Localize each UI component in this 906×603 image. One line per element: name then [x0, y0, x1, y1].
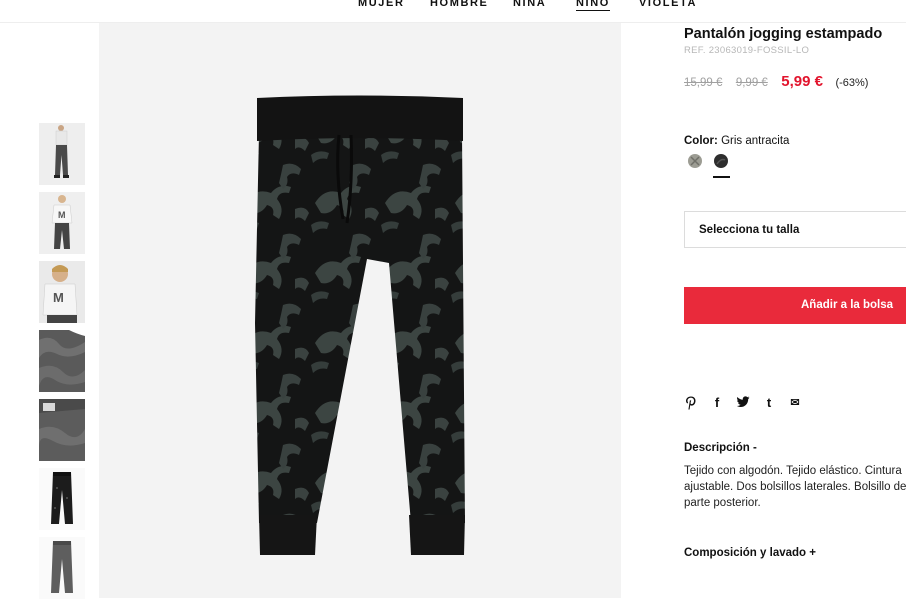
- thumbnail-model-front-tshirt[interactable]: M: [39, 192, 85, 254]
- anthracite-swatch[interactable]: [714, 154, 728, 168]
- selected-swatch-indicator: [713, 176, 730, 178]
- facebook-icon[interactable]: f: [710, 396, 724, 410]
- nav-item-mujer[interactable]: MUJER: [358, 0, 405, 9]
- discount-badge: (-63%): [835, 77, 869, 89]
- description-toggle[interactable]: Descripción -: [684, 442, 757, 454]
- price-previous: 9,99 €: [735, 77, 768, 89]
- nav-item-nina[interactable]: NIÑA: [513, 0, 546, 9]
- top-navigation: MUJER HOMBRE NIÑA NIÑO VIOLETA: [0, 0, 906, 23]
- color-label: Color:: [684, 135, 718, 147]
- thumbnail-fabric-detail[interactable]: [39, 330, 85, 392]
- price-block: 15,99 € 9,99 € 5,99 € (-63%): [684, 73, 868, 91]
- svg-text:M: M: [53, 290, 64, 305]
- light-grey-swatch[interactable]: [688, 154, 702, 168]
- email-icon[interactable]: ✉: [788, 396, 802, 410]
- price-sale: 5,99 €: [781, 73, 823, 90]
- add-to-bag-label: Añadir a la bolsa: [801, 299, 894, 311]
- jogging-pants-illustration: [255, 95, 465, 555]
- pinterest-icon[interactable]: [684, 396, 698, 410]
- nav-item-nino[interactable]: NIÑO: [576, 0, 610, 11]
- description-text: Tejido con algodón. Tejido elástico. Cin…: [684, 465, 906, 509]
- size-select[interactable]: Selecciona tu talla: [684, 211, 906, 248]
- product-title: Pantalón jogging estampado: [684, 26, 883, 42]
- nav-item-violeta[interactable]: VIOLETA: [639, 0, 697, 9]
- color-value: Gris antracita: [721, 135, 790, 147]
- composition-toggle[interactable]: Composición y lavado +: [684, 547, 816, 559]
- thumbnail-pants-grey[interactable]: [39, 537, 85, 599]
- thumbnail-pants-black[interactable]: [39, 468, 85, 530]
- thumbnail-waistband-label[interactable]: [39, 399, 85, 461]
- tumblr-icon[interactable]: t: [762, 396, 776, 410]
- product-reference: REF. 23063019-FOSSIL-LO: [684, 45, 810, 56]
- add-to-bag-button[interactable]: Añadir a la bolsa: [684, 287, 906, 324]
- color-label-row: Color: Gris antracita: [684, 135, 789, 147]
- price-original: 15,99 €: [684, 77, 723, 89]
- svg-text:M: M: [58, 210, 66, 220]
- swatch-texture-icon: [716, 158, 726, 165]
- thumbnail-model-front-pants[interactable]: [39, 123, 85, 185]
- thumbnail-model-closeup[interactable]: M: [39, 261, 85, 323]
- nav-item-hombre[interactable]: HOMBRE: [430, 0, 489, 9]
- twitter-icon[interactable]: [736, 396, 750, 410]
- main-product-image[interactable]: [99, 23, 621, 598]
- swatch-texture-icon: [690, 156, 700, 166]
- size-select-placeholder: Selecciona tu talla: [699, 224, 800, 236]
